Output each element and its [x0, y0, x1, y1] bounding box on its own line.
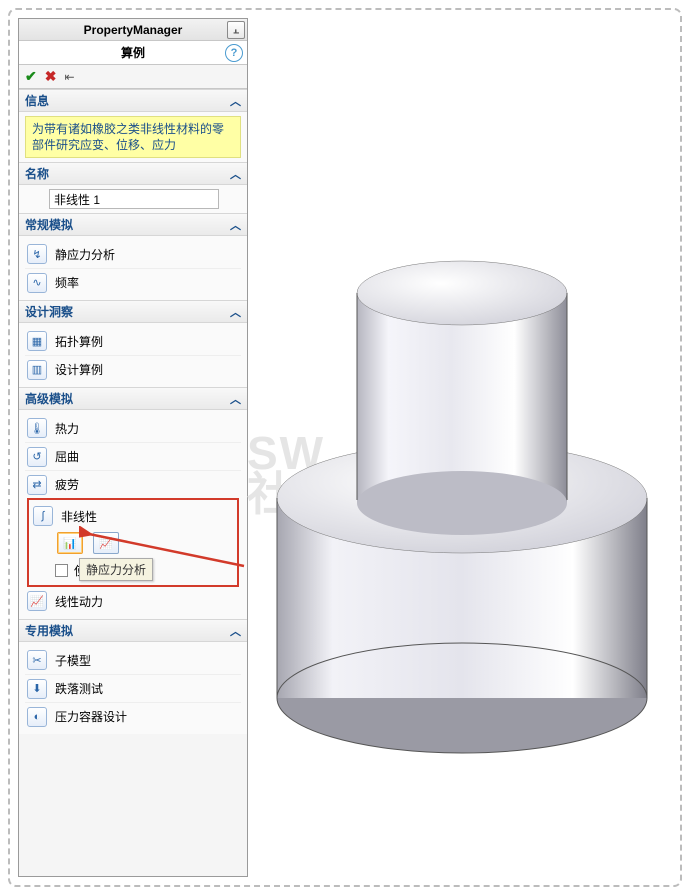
section-special-body: ✂ 子模型 ⬇ 跌落测试 ◐ 压力容器设计 [19, 642, 247, 734]
section-advanced-body: 🌡 热力 ↺ 屈曲 ⇄ 疲劳 ∫ 非线性 [19, 410, 247, 619]
thermal-icon: 🌡 [27, 418, 47, 438]
submodel-icon: ✂ [27, 650, 47, 670]
help-button[interactable]: ? [225, 44, 243, 62]
study-option-design[interactable]: ▥ 设计算例 [25, 355, 241, 383]
static-icon: ↯ [27, 244, 47, 264]
help-icon: ? [231, 47, 238, 59]
section-special-header[interactable]: 专用模拟 ︿ [19, 620, 247, 642]
graph-dynamic-icon: 📈 [99, 537, 113, 550]
study-option-label: 跌落测试 [55, 680, 103, 697]
pressure-icon: ◐ [27, 707, 47, 727]
section-general-header[interactable]: 常规模拟 ︿ [19, 214, 247, 236]
section-general: 常规模拟 ︿ ↯ 静应力分析 ∿ 频率 [19, 213, 247, 300]
study-name-input[interactable] [49, 189, 219, 209]
section-advanced-label: 高级模拟 [25, 390, 73, 407]
cancel-button[interactable]: ✖ [45, 68, 57, 85]
nonlinear-subtype-row: 📊 📈 [57, 532, 233, 554]
study-option-buckling[interactable]: ↺ 屈曲 [25, 442, 241, 470]
linear-dynamic-icon: 📈 [27, 591, 47, 611]
chevron-up-icon: ︿ [230, 304, 241, 320]
study-option-label: 屈曲 [55, 448, 79, 465]
study-option-label: 拓扑算例 [55, 333, 103, 350]
chevron-up-icon: ︿ [230, 93, 241, 109]
drop-icon: ⬇ [27, 679, 47, 699]
section-name-header[interactable]: 名称 ︿ [19, 163, 247, 185]
section-general-body: ↯ 静应力分析 ∿ 频率 [19, 236, 247, 300]
study-option-label: 频率 [55, 274, 79, 291]
property-manager-panel: PropertyManager ⫠ 算例 ? ✔ ✖ ⇤ 信息 ︿ 为带有诸如橡… [18, 18, 248, 877]
chevron-up-icon: ︿ [230, 391, 241, 407]
chevron-up-icon: ︿ [230, 623, 241, 639]
confirm-button[interactable]: ✔ [25, 68, 37, 85]
section-insight-header[interactable]: 设计洞察 ︿ [19, 301, 247, 323]
study-option-frequency[interactable]: ∿ 频率 [25, 268, 241, 296]
graph-static-icon: 📊 [63, 537, 77, 550]
nonlinear-highlight-box: ∫ 非线性 📊 📈 使用 静应力 [27, 498, 239, 587]
section-info-label: 信息 [25, 92, 49, 109]
nonlinear-static-button[interactable]: 📊 [57, 532, 83, 554]
section-name-body [19, 185, 247, 213]
section-advanced-header[interactable]: 高级模拟 ︿ [19, 388, 247, 410]
fatigue-icon: ⇄ [27, 475, 47, 495]
section-advanced: 高级模拟 ︿ 🌡 热力 ↺ 屈曲 ⇄ 疲劳 [19, 387, 247, 619]
study-option-fatigue[interactable]: ⇄ 疲劳 [25, 470, 241, 498]
model-viewport[interactable]: SW社 [252, 18, 672, 877]
model-render [252, 18, 672, 878]
section-name-label: 名称 [25, 165, 49, 182]
study-option-drop[interactable]: ⬇ 跌落测试 [25, 674, 241, 702]
design-icon: ▥ [27, 360, 47, 380]
section-name: 名称 ︿ [19, 162, 247, 213]
pm-pin-button[interactable]: ⫠ [227, 21, 245, 39]
pm-title: PropertyManager [84, 23, 183, 37]
chevron-up-icon: ︿ [230, 217, 241, 233]
info-description: 为带有诸如橡胶之类非线性材料的零部件研究应变、位移、应力 [25, 116, 241, 158]
study-option-label: 线性动力 [55, 593, 103, 610]
study-option-label: 非线性 [61, 508, 97, 525]
topology-icon: ▦ [27, 331, 47, 351]
chevron-up-icon: ︿ [230, 166, 241, 182]
app-container: PropertyManager ⫠ 算例 ? ✔ ✖ ⇤ 信息 ︿ 为带有诸如橡… [0, 0, 690, 895]
section-info-header[interactable]: 信息 ︿ [19, 90, 247, 112]
study-option-label: 子模型 [55, 652, 91, 669]
study-option-nonlinear[interactable]: ∫ 非线性 [33, 504, 233, 528]
pm-title-bar: PropertyManager ⫠ [19, 19, 247, 41]
pin-icon: ⫠ [233, 25, 239, 36]
section-insight-label: 设计洞察 [25, 303, 73, 320]
pm-action-bar: ✔ ✖ ⇤ [19, 65, 247, 89]
nonlinear-use-checkbox[interactable] [55, 564, 68, 577]
nonlinear-icon: ∫ [33, 506, 53, 526]
frequency-icon: ∿ [27, 273, 47, 293]
section-insight: 设计洞察 ︿ ▦ 拓扑算例 ▥ 设计算例 [19, 300, 247, 387]
study-title-bar: 算例 ? [19, 41, 247, 65]
nonlinear-tooltip: 静应力分析 [79, 558, 153, 581]
study-option-thermal[interactable]: 🌡 热力 [25, 414, 241, 442]
study-option-label: 压力容器设计 [55, 708, 127, 725]
nonlinear-dynamic-button[interactable]: 📈 [93, 532, 119, 554]
study-title: 算例 [121, 44, 145, 61]
section-special: 专用模拟 ︿ ✂ 子模型 ⬇ 跌落测试 ◐ 压力容器设计 [19, 619, 247, 734]
section-info-body: 为带有诸如橡胶之类非线性材料的零部件研究应变、位移、应力 [19, 112, 247, 162]
study-option-submodel[interactable]: ✂ 子模型 [25, 646, 241, 674]
section-insight-body: ▦ 拓扑算例 ▥ 设计算例 [19, 323, 247, 387]
study-option-pressure[interactable]: ◐ 压力容器设计 [25, 702, 241, 730]
section-info: 信息 ︿ 为带有诸如橡胶之类非线性材料的零部件研究应变、位移、应力 [19, 89, 247, 162]
study-option-label: 设计算例 [55, 361, 103, 378]
study-option-topology[interactable]: ▦ 拓扑算例 [25, 327, 241, 355]
study-option-static[interactable]: ↯ 静应力分析 [25, 240, 241, 268]
study-option-label: 热力 [55, 420, 79, 437]
study-option-label: 静应力分析 [55, 246, 115, 263]
flyout-pin-button[interactable]: ⇤ [64, 70, 74, 84]
section-special-label: 专用模拟 [25, 622, 73, 639]
buckling-icon: ↺ [27, 447, 47, 467]
study-option-label: 疲劳 [55, 476, 79, 493]
section-general-label: 常规模拟 [25, 216, 73, 233]
study-option-linear-dynamic[interactable]: 📈 线性动力 [25, 587, 241, 615]
